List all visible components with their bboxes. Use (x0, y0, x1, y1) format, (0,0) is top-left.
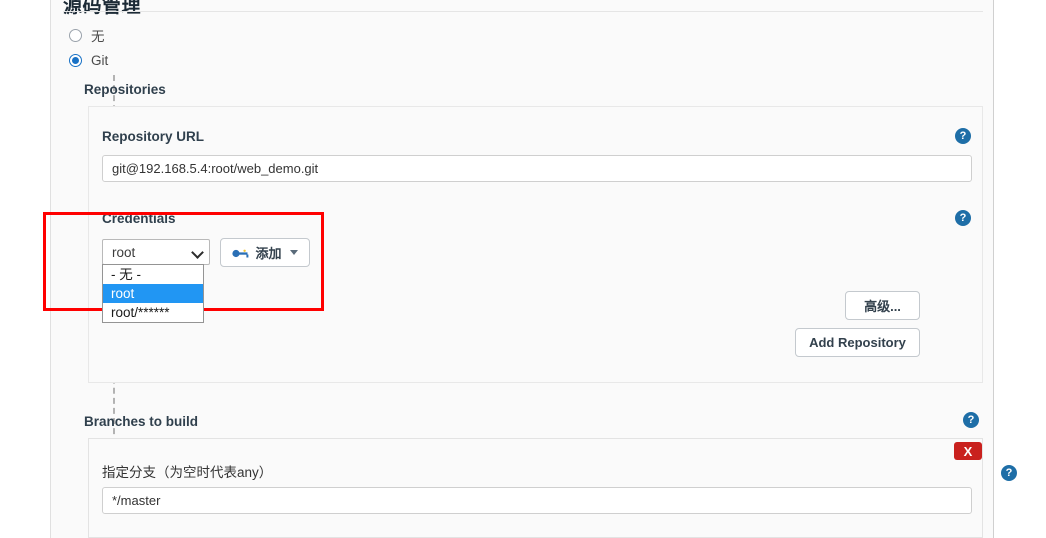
credentials-help-icon[interactable]: ? (955, 210, 971, 226)
branch-specifier-label: 指定分支（为空时代表any） (102, 465, 273, 480)
radio-option-git[interactable]: Git (69, 53, 108, 68)
branches-panel: X 指定分支（为空时代表any） ? */master (88, 438, 1017, 538)
add-repository-button[interactable]: Add Repository (795, 328, 920, 357)
branch-specifier-help-icon[interactable]: ? (1001, 465, 1017, 481)
repository-url-input[interactable]: git@192.168.5.4:root/web_demo.git (102, 155, 972, 182)
repository-url-help-icon[interactable]: ? (955, 128, 971, 144)
title-divider (63, 11, 983, 12)
credentials-option-none[interactable]: - 无 - (103, 265, 203, 284)
advanced-button[interactable]: 高级... (845, 291, 920, 320)
radio-git-indicator[interactable] (69, 54, 82, 67)
credentials-select-value: root (112, 244, 136, 260)
branches-section-label: Branches to build (84, 414, 199, 429)
repositories-panel: Repository URL git@192.168.5.4:root/web_… (88, 106, 983, 383)
radio-none-label: 无 (91, 29, 105, 44)
credentials-option-root[interactable]: root (103, 284, 203, 303)
add-credentials-button[interactable]: 添加 (220, 238, 310, 267)
scm-config-page: 源码管理 无 Git Repositories Repository URL g… (0, 0, 1046, 538)
key-icon (232, 247, 250, 258)
credentials-select[interactable]: root (102, 239, 210, 265)
content-column: 源码管理 无 Git Repositories Repository URL g… (50, 0, 1017, 538)
repositories-section-label: Repositories (84, 82, 166, 97)
radio-option-none[interactable]: 无 (69, 25, 105, 45)
radio-none-indicator[interactable] (69, 28, 82, 42)
page-title: 源码管理 (63, 0, 142, 17)
branch-specifier-input[interactable]: */master (102, 487, 972, 514)
advanced-button-label: 高级... (864, 299, 901, 314)
add-credentials-label: 添加 (255, 246, 282, 261)
credentials-label: Credentials (102, 211, 176, 226)
radio-git-label: Git (91, 53, 109, 68)
credentials-dropdown-list[interactable]: - 无 - root root/****** (102, 264, 204, 323)
chevron-down-icon (192, 247, 203, 258)
branches-help-icon[interactable]: ? (963, 412, 979, 428)
delete-branch-button[interactable]: X (954, 442, 982, 460)
credentials-option-root-masked[interactable]: root/****** (103, 303, 203, 322)
add-repository-button-label: Add Repository (809, 335, 906, 350)
caret-down-icon (289, 250, 298, 255)
repository-url-label: Repository URL (102, 129, 205, 144)
